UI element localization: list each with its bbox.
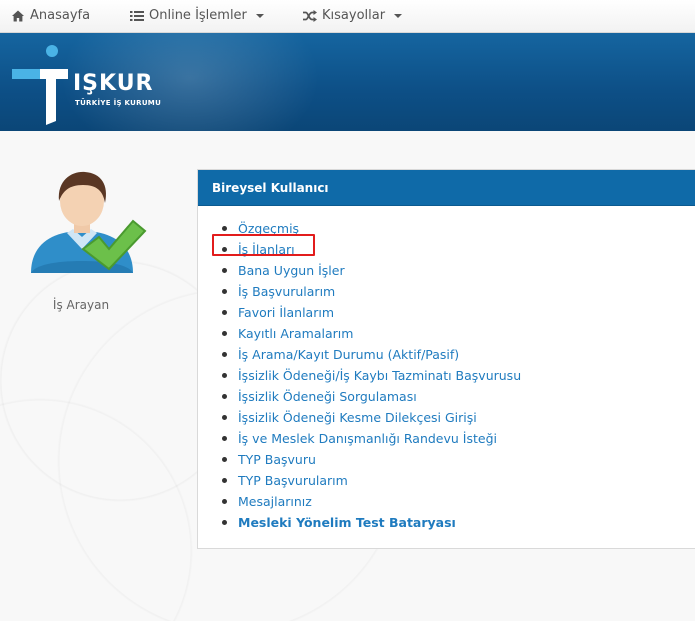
menu-link[interactable]: İşsizlik Ödeneği Sorgulaması — [238, 389, 417, 404]
top-navbar: Anasayfa Online İşlemler Kısayollar — [0, 0, 695, 33]
menu-link[interactable]: İşsizlik Ödeneği/İş Kaybı Tazminatı Başv… — [238, 368, 521, 383]
logo-title: IŞKUR — [73, 71, 154, 96]
logo-subtitle: TÜRKİYE İŞ KURUMU — [75, 99, 162, 107]
nav-online-islemler[interactable]: Online İşlemler — [130, 8, 264, 23]
menu-item-issizlik-odenegi-sorgulamasi: İşsizlik Ödeneği Sorgulaması — [222, 386, 695, 407]
nav-kisayollar-label: Kısayollar — [322, 8, 386, 23]
menu-link[interactable]: İşsizlik Ödeneği Kesme Dilekçesi Girişi — [238, 410, 477, 425]
menu-item-typ-basvurularim: TYP Başvurularım — [222, 470, 695, 491]
menu-item-randevu-istegi: İş ve Meslek Danışmanlığı Randevu İsteği — [222, 428, 695, 449]
user-role-label: İş Arayan — [52, 298, 110, 312]
chevron-down-icon — [255, 14, 264, 18]
menu-link[interactable]: İş İlanları — [238, 242, 295, 257]
shuffle-icon — [303, 9, 317, 22]
menu-link[interactable]: İş ve Meslek Danışmanlığı Randevu İsteği — [238, 431, 497, 446]
menu-link[interactable]: Özgeçmiş — [238, 221, 299, 236]
nav-kisayollar[interactable]: Kısayollar — [303, 8, 403, 23]
list-icon — [130, 10, 144, 21]
nav-home-label: Anasayfa — [30, 8, 91, 23]
header-banner: IŞKUR TÜRKİYE İŞ KURUMU — [0, 33, 695, 131]
menu-link[interactable]: TYP Başvuru — [238, 452, 316, 467]
menu-item-issizlik-odenegi-basvurusu: İşsizlik Ödeneği/İş Kaybı Tazminatı Başv… — [222, 365, 695, 386]
menu-link[interactable]: İş Arama/Kayıt Durumu (Aktif/Pasif) — [238, 347, 459, 362]
chevron-down-icon — [394, 14, 403, 18]
nav-online-label: Online İşlemler — [149, 8, 247, 23]
menu-link[interactable]: Mesajlarınız — [238, 494, 312, 509]
home-icon — [12, 10, 24, 21]
menu-item-typ-basvuru: TYP Başvuru — [222, 449, 695, 470]
bireysel-kullanici-panel: Bireysel Kullanıcı Özgeçmiş İş İlanları … — [197, 169, 695, 549]
menu-link[interactable]: Bana Uygun İşler — [238, 263, 345, 278]
menu-link[interactable]: Kayıtlı Aramalarım — [238, 326, 353, 341]
user-avatar-icon — [30, 171, 146, 273]
menu-item-mesajlariniz: Mesajlarınız — [222, 491, 695, 512]
menu-item-kayit-durumu: İş Arama/Kayıt Durumu (Aktif/Pasif) — [222, 344, 695, 365]
menu-link[interactable]: TYP Başvurularım — [238, 473, 348, 488]
menu-item-kesme-dilekcesi: İşsizlik Ödeneği Kesme Dilekçesi Girişi — [222, 407, 695, 428]
menu-item-kayitli-aramalarim: Kayıtlı Aramalarım — [222, 323, 695, 344]
menu-item-favori-ilanlarim: Favori İlanlarım — [222, 302, 695, 323]
menu-link[interactable]: Favori İlanlarım — [238, 305, 334, 320]
menu-item-bana-uygun-isler: Bana Uygun İşler — [222, 260, 695, 281]
panel-title: Bireysel Kullanıcı — [198, 170, 695, 206]
menu-item-mesleki-yonelim: Mesleki Yönelim Test Bataryası — [222, 512, 695, 533]
menu-link[interactable]: Mesleki Yönelim Test Bataryası — [238, 515, 456, 530]
menu-item-ozgecmis: Özgeçmiş — [222, 218, 695, 239]
panel-menu-list: Özgeçmiş İş İlanları Bana Uygun İşler İş… — [198, 206, 695, 533]
menu-item-is-basvurularim: İş Başvurularım — [222, 281, 695, 302]
iskur-logo-icon — [12, 45, 68, 125]
user-avatar-block — [22, 165, 152, 294]
nav-home[interactable]: Anasayfa — [11, 8, 90, 23]
menu-link[interactable]: İş Başvurularım — [238, 284, 335, 299]
menu-item-is-ilanlari: İş İlanları — [222, 239, 695, 260]
